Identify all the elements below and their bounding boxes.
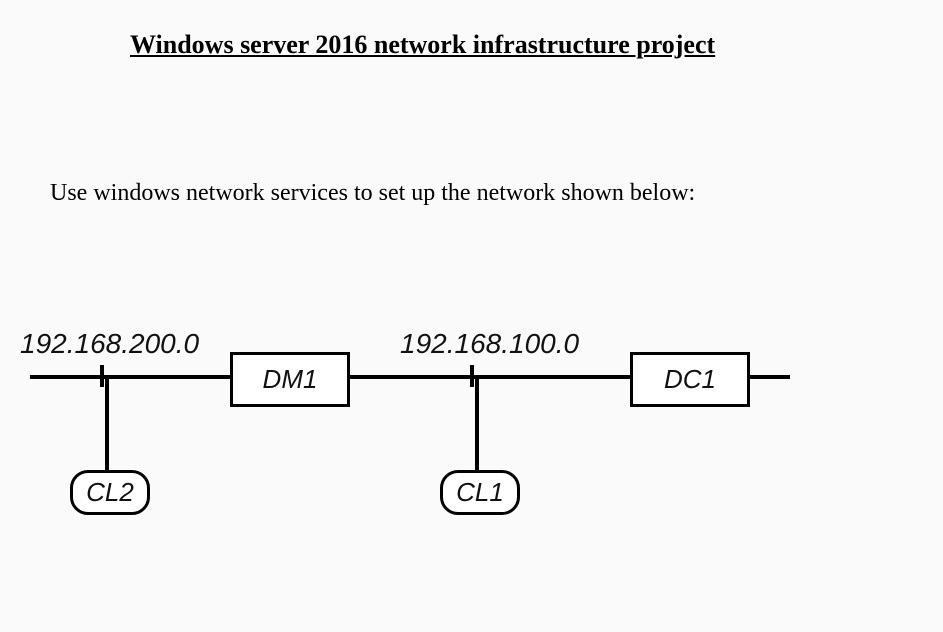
link-middle-segment <box>350 375 630 379</box>
node-dc1: DC1 <box>630 352 750 407</box>
node-cl1: CL1 <box>440 470 520 515</box>
node-cl1-label: CL1 <box>456 477 504 508</box>
instruction-text: Use windows network services to set up t… <box>50 180 695 207</box>
link-right-stub <box>750 375 790 379</box>
node-dm1: DM1 <box>230 352 350 407</box>
network-diagram: 192.168.200.0 192.168.100.0 DM1 DC1 CL2 … <box>0 320 943 620</box>
link-left-segment <box>30 375 230 379</box>
node-cl2-label: CL2 <box>86 477 134 508</box>
node-cl2: CL2 <box>70 470 150 515</box>
page-title: Windows server 2016 network infrastructu… <box>130 30 715 60</box>
node-dc1-label: DC1 <box>664 364 716 395</box>
link-to-cl2 <box>105 375 109 475</box>
link-to-cl1 <box>475 375 479 475</box>
right-bus-tick <box>470 365 474 387</box>
subnet-label-right: 192.168.100.0 <box>400 328 579 360</box>
subnet-label-left: 192.168.200.0 <box>20 328 199 360</box>
left-bus-tick <box>100 365 104 387</box>
node-dm1-label: DM1 <box>263 364 318 395</box>
